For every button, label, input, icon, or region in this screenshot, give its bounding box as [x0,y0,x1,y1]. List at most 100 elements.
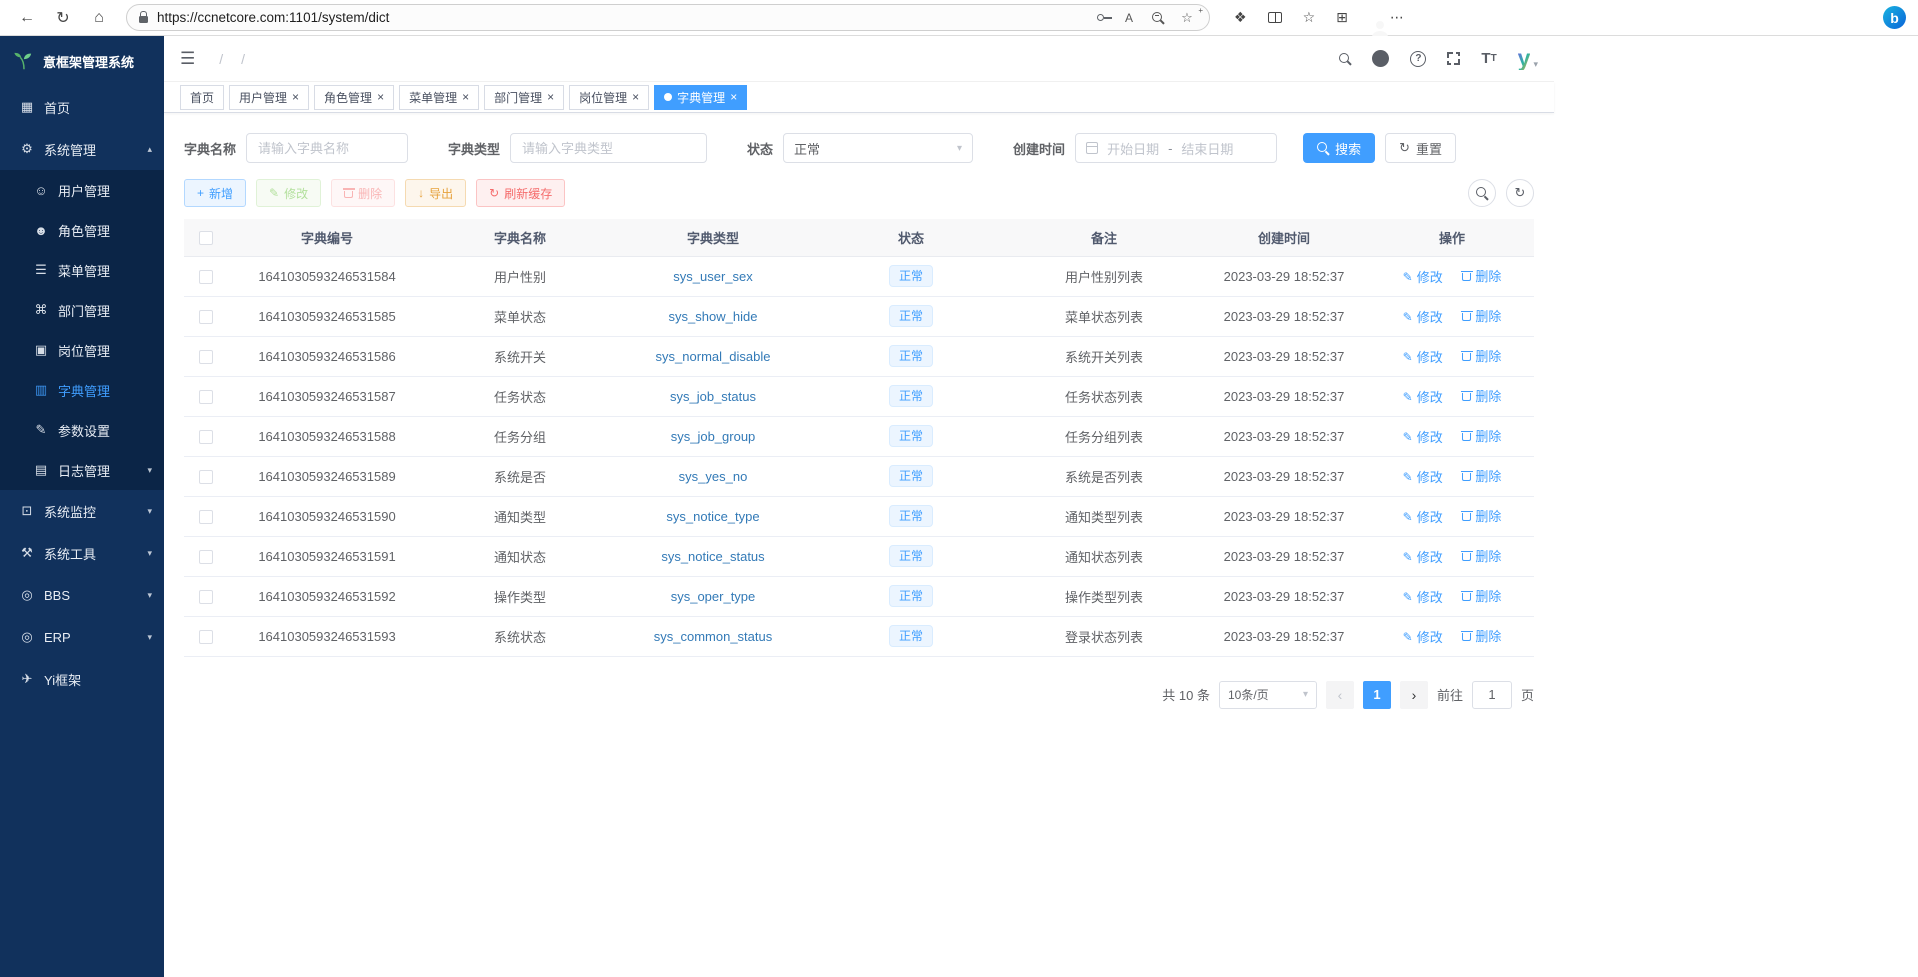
row-edit-link[interactable]: ✎修改 [1403,347,1443,366]
sidebar-menu-item[interactable]: ▦ 首页 [0,86,164,128]
row-delete-link[interactable]: 删除 [1462,306,1501,325]
row-checkbox[interactable] [199,550,213,564]
row-delete-link[interactable]: 删除 [1462,266,1501,285]
row-delete-link[interactable]: 删除 [1462,346,1501,365]
page-number-button[interactable]: 1 [1363,681,1391,709]
bing-copilot-button[interactable]: b [1883,6,1906,29]
tab-close-icon[interactable]: × [462,91,469,103]
sidebar-menu-item[interactable]: ◎ BBS ▾ [0,574,164,616]
browser-refresh-button[interactable]: ↻ [48,4,78,32]
sidebar-menu-item[interactable]: ◎ ERP ▾ [0,616,164,658]
read-aloud-icon[interactable]: A [1119,8,1139,28]
sidebar-menu-item[interactable]: ▥ 字典管理 [0,370,164,410]
row-delete-link[interactable]: 删除 [1462,466,1501,485]
dict-type-link[interactable]: sys_show_hide [669,309,758,324]
row-checkbox[interactable] [199,270,213,284]
refresh-cache-button[interactable]: ↻ 刷新缓存 [476,179,565,207]
header-search-icon[interactable] [1339,53,1351,65]
view-tab[interactable]: 角色管理 × [314,85,394,110]
tab-close-icon[interactable]: × [547,91,554,103]
goto-page-input[interactable] [1472,681,1512,709]
export-button[interactable]: ↓ 导出 [405,179,466,207]
row-edit-link[interactable]: ✎修改 [1403,307,1443,326]
tab-close-icon[interactable]: × [730,91,737,103]
status-select[interactable]: 正常 ▾ [783,133,973,163]
tab-close-icon[interactable]: × [632,91,639,103]
reset-button[interactable]: ↻ 重置 [1385,133,1456,163]
breadcrumb-item[interactable] [232,51,254,67]
row-checkbox[interactable] [199,510,213,524]
row-edit-link[interactable]: ✎修改 [1403,267,1443,286]
breadcrumb-item[interactable] [210,51,232,67]
search-button[interactable]: 搜索 [1303,133,1375,163]
dict-type-link[interactable]: sys_job_group [671,429,756,444]
date-range-picker[interactable]: 开始日期 - 结束日期 [1075,133,1277,163]
add-favorite-icon[interactable]: ☆+ [1177,8,1197,28]
tab-close-icon[interactable]: × [292,91,299,103]
github-icon[interactable] [1372,50,1389,67]
sidebar-menu-item[interactable]: ⚒ 系统工具 ▾ [0,532,164,574]
dict-name-input[interactable] [246,133,408,163]
row-delete-link[interactable]: 删除 [1462,506,1501,525]
extensions-icon[interactable]: ❖ [1234,9,1247,26]
dict-type-input[interactable] [510,133,707,163]
view-tab[interactable]: 岗位管理 × [569,85,649,110]
row-delete-link[interactable]: 删除 [1462,386,1501,405]
page-size-select[interactable]: 10条/页 ▾ [1219,681,1317,709]
fullscreen-icon[interactable] [1447,52,1460,65]
address-bar[interactable]: https://ccnetcore.com:1101/system/dict A… [126,4,1210,31]
row-edit-link[interactable]: ✎修改 [1403,547,1443,566]
row-checkbox[interactable] [199,630,213,644]
prev-page-button[interactable]: ‹ [1326,681,1354,709]
view-tab[interactable]: 用户管理 × [229,85,309,110]
hamburger-icon[interactable]: ☰ [180,49,195,69]
dict-type-link[interactable]: sys_oper_type [671,589,756,604]
view-tab[interactable]: 部门管理 × [484,85,564,110]
split-screen-icon[interactable] [1268,10,1282,26]
row-delete-link[interactable]: 删除 [1462,426,1501,445]
row-edit-link[interactable]: ✎修改 [1403,467,1443,486]
sidebar-menu-item[interactable]: ▤ 日志管理 ▾ [0,450,164,490]
user-logo[interactable]: y ▾ [1518,47,1538,70]
sidebar-menu-item[interactable]: ▣ 岗位管理 [0,330,164,370]
next-page-button[interactable]: › [1400,681,1428,709]
sidebar-menu-item[interactable]: ⚙ 系统管理 ▴ [0,128,164,170]
dict-type-link[interactable]: sys_common_status [654,629,773,644]
row-delete-link[interactable]: 删除 [1462,586,1501,605]
dict-type-link[interactable]: sys_normal_disable [656,349,771,364]
add-button[interactable]: + 新增 [184,179,246,207]
dict-type-link[interactable]: sys_user_sex [673,269,752,284]
view-tab[interactable]: 首页 [180,85,224,110]
sidebar-menu-item[interactable]: ☺ 用户管理 [0,170,164,210]
sidebar-menu-item[interactable]: ⌘ 部门管理 [0,290,164,330]
sidebar-menu-item[interactable]: ✎ 参数设置 [0,410,164,450]
browser-home-button[interactable]: ⌂ [84,4,114,32]
dict-type-link[interactable]: sys_notice_status [661,549,764,564]
row-checkbox[interactable] [199,310,213,324]
row-checkbox[interactable] [199,470,213,484]
sidebar-menu-item[interactable]: ✈ Yi框架 [0,658,164,700]
refresh-table-icon[interactable]: ↻ [1506,179,1534,207]
toggle-search-icon[interactable] [1468,179,1496,207]
favorites-icon[interactable]: ☆ [1303,9,1316,26]
row-edit-link[interactable]: ✎修改 [1403,627,1443,646]
font-size-icon[interactable]: TT [1481,50,1496,67]
row-checkbox[interactable] [199,350,213,364]
row-delete-link[interactable]: 删除 [1462,546,1501,565]
delete-button[interactable]: 删除 [331,179,395,207]
browser-back-button[interactable]: ← [12,4,42,32]
view-tab[interactable]: 字典管理 × [654,85,747,110]
row-delete-link[interactable]: 删除 [1462,626,1501,645]
browser-more-icon[interactable]: ⋯ [1390,9,1404,26]
row-checkbox[interactable] [199,390,213,404]
dict-type-link[interactable]: sys_yes_no [679,469,748,484]
row-edit-link[interactable]: ✎修改 [1403,507,1443,526]
select-all-checkbox[interactable] [199,231,213,245]
row-edit-link[interactable]: ✎修改 [1403,427,1443,446]
view-tab[interactable]: 菜单管理 × [399,85,479,110]
sidebar-menu-item[interactable]: ☻ 角色管理 [0,210,164,250]
dict-type-link[interactable]: sys_notice_type [666,509,759,524]
tab-close-icon[interactable]: × [377,91,384,103]
row-checkbox[interactable] [199,590,213,604]
row-edit-link[interactable]: ✎修改 [1403,587,1443,606]
